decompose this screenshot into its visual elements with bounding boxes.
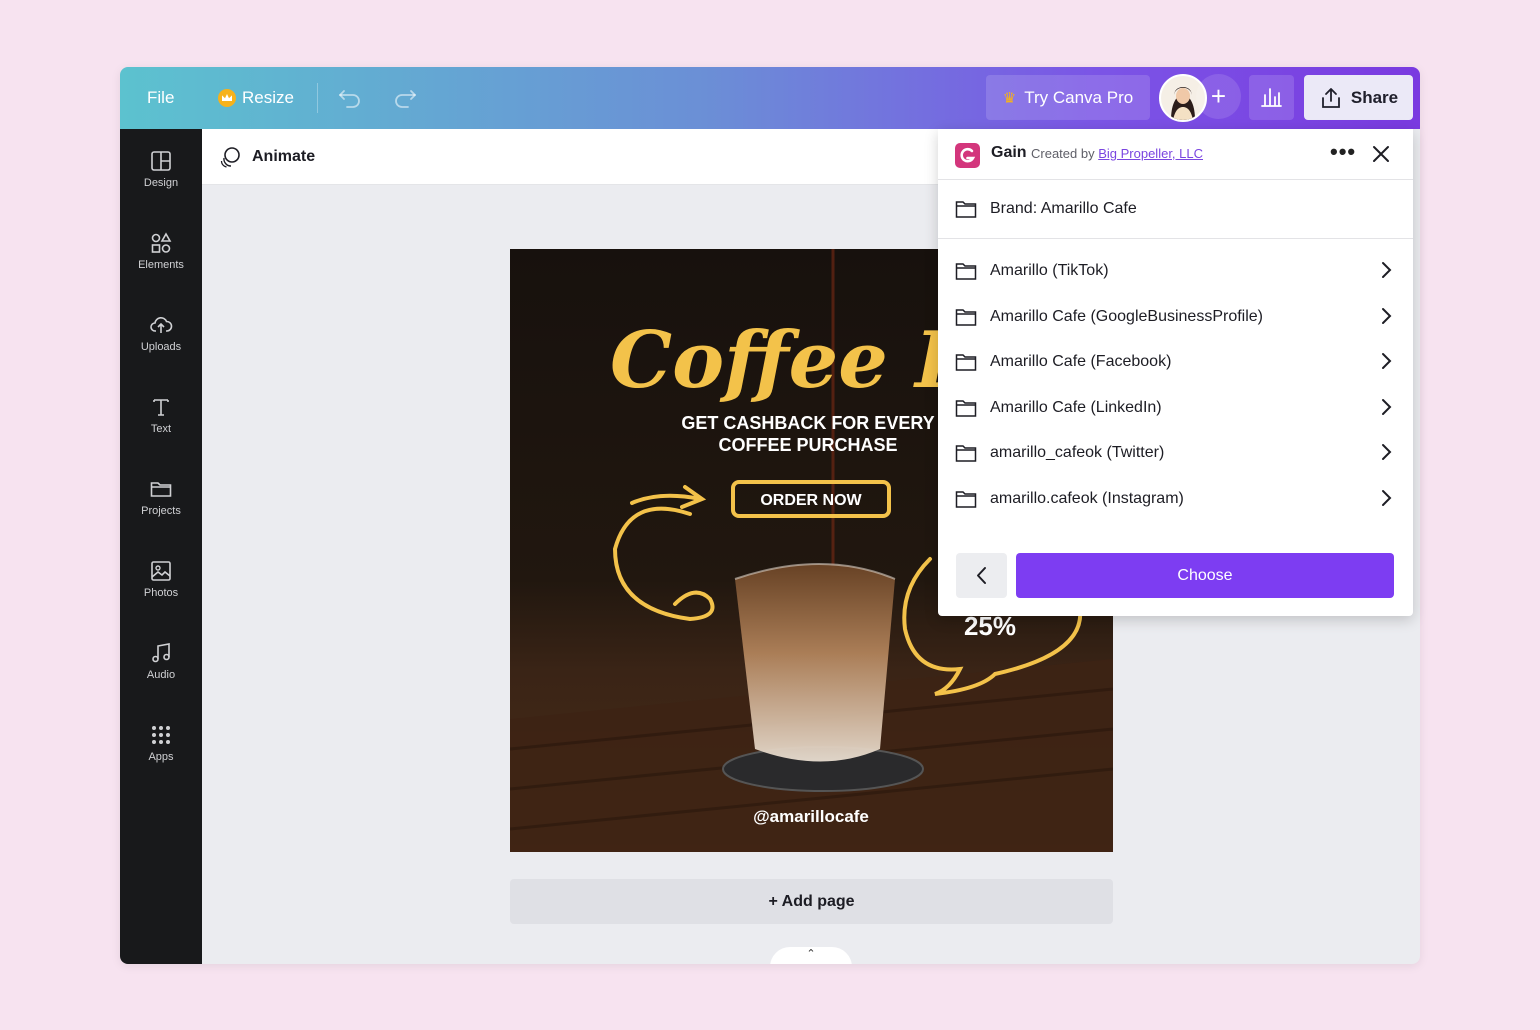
resize-label: Resize — [242, 88, 294, 107]
folder-label: Amarillo Cafe (GoogleBusinessProfile) — [990, 307, 1263, 325]
add-collaborator-button[interactable]: + — [1196, 74, 1241, 119]
apps-grid-icon — [152, 726, 170, 744]
folder-label: Amarillo (TikTok) — [990, 261, 1109, 279]
folder-icon — [955, 353, 977, 371]
creator-link[interactable]: Big Propeller, LLC — [1098, 146, 1203, 161]
crown-icon — [218, 89, 236, 107]
insights-button[interactable] — [1249, 75, 1294, 120]
sidebar-item-audio[interactable]: Audio — [120, 641, 202, 711]
sidebar-item-label: Audio — [146, 669, 176, 681]
folder-icon — [955, 308, 977, 326]
folder-icon — [955, 399, 977, 417]
add-page-button[interactable]: + Add page — [510, 879, 1113, 924]
collapse-pages-tab[interactable]: ⌃ — [770, 947, 852, 964]
close-icon[interactable] — [1370, 143, 1392, 165]
back-button[interactable] — [956, 553, 1007, 598]
chevron-right-icon — [1382, 490, 1392, 506]
brand-folder[interactable]: Brand: Amarillo Cafe — [938, 180, 1413, 239]
animate-label: Animate — [252, 147, 316, 165]
share-label: Share — [1350, 87, 1399, 107]
sidebar-item-elements[interactable]: Elements — [120, 231, 202, 301]
try-pro-label: Try Canva Pro — [1024, 87, 1134, 107]
music-note-icon — [152, 643, 170, 663]
folder-item-linkedin[interactable]: Amarillo Cafe (LinkedIn) — [938, 385, 1413, 430]
gain-logo-icon — [955, 143, 980, 168]
toolbar-divider — [317, 83, 318, 113]
sidebar-item-uploads[interactable]: Uploads — [120, 313, 202, 383]
redo-icon[interactable] — [390, 83, 420, 113]
choose-button[interactable]: Choose — [1016, 553, 1394, 598]
design-subhead-line1: GET CASHBACK FOR EVERY — [681, 413, 934, 433]
chevron-right-icon — [1382, 308, 1392, 324]
folder-item-twitter[interactable]: amarillo_cafeok (Twitter) — [938, 430, 1413, 475]
folder-item-google-business[interactable]: Amarillo Cafe (GoogleBusinessProfile) — [938, 294, 1413, 339]
brand-label: Brand: Amarillo Cafe — [990, 200, 1137, 217]
gain-app-panel: Gain Created by Big Propeller, LLC ••• B… — [938, 129, 1413, 616]
folder-icon — [955, 490, 977, 508]
chevron-right-icon — [1382, 353, 1392, 369]
sidebar-item-label: Projects — [141, 505, 181, 517]
crown-icon: ♛ — [1002, 89, 1017, 107]
chevron-right-icon — [1382, 444, 1392, 460]
more-options-icon[interactable]: ••• — [1330, 141, 1356, 167]
folder-label: Amarillo Cafe (Facebook) — [990, 352, 1172, 370]
photo-icon — [151, 561, 171, 581]
app-credit: Created by Big Propeller, LLC — [1031, 146, 1203, 161]
folder-icon — [150, 482, 172, 497]
sidebar-item-photos[interactable]: Photos — [120, 559, 202, 629]
folder-item-instagram[interactable]: amarillo.cafeok (Instagram) — [938, 476, 1413, 521]
file-menu-button[interactable]: File — [147, 67, 174, 129]
sidebar-item-label: Elements — [138, 259, 184, 271]
animate-icon — [220, 146, 240, 168]
sidebar-item-label: Text — [150, 423, 172, 435]
sidebar-item-label: Uploads — [140, 341, 182, 353]
app-name: Gain — [991, 144, 1027, 161]
design-icon — [151, 151, 171, 171]
share-button[interactable]: Share — [1304, 75, 1413, 120]
created-by-label: Created by — [1031, 146, 1095, 161]
bar-chart-icon — [1261, 88, 1282, 107]
chevron-right-icon — [1382, 399, 1392, 415]
sidebar-item-label: Design — [143, 177, 179, 189]
text-icon — [153, 399, 169, 416]
undo-icon[interactable] — [335, 83, 365, 113]
chevron-right-icon — [1382, 262, 1392, 278]
folder-label: Amarillo Cafe (LinkedIn) — [990, 398, 1162, 416]
folder-item-facebook[interactable]: Amarillo Cafe (Facebook) — [938, 339, 1413, 384]
folder-icon — [955, 262, 977, 280]
context-toolbar: Animate — [202, 129, 940, 185]
design-cta: ORDER NOW — [760, 492, 862, 509]
folder-item-tiktok[interactable]: Amarillo (TikTok) — [938, 248, 1413, 293]
top-toolbar: File Resize ♛ Try Canva Pro + Share — [120, 67, 1420, 129]
sidebar-item-apps[interactable]: Apps — [120, 723, 202, 793]
left-sidebar: Design Elements Uploads Text Projects Ph… — [120, 129, 202, 964]
try-canva-pro-button[interactable]: ♛ Try Canva Pro — [986, 75, 1150, 120]
folder-label: amarillo.cafeok (Instagram) — [990, 489, 1184, 507]
design-subhead-line2: COFFEE PURCHASE — [718, 435, 897, 455]
sidebar-item-label: Apps — [148, 751, 174, 763]
sidebar-item-design[interactable]: Design — [120, 149, 202, 219]
design-handle: @amarillocafe — [753, 807, 869, 826]
folder-label: amarillo_cafeok (Twitter) — [990, 443, 1165, 461]
sidebar-item-projects[interactable]: Projects — [120, 477, 202, 547]
upload-cloud-icon — [150, 317, 173, 333]
folder-icon — [955, 201, 977, 218]
share-upload-icon — [1321, 87, 1340, 108]
resize-button[interactable]: Resize — [218, 67, 294, 129]
folder-icon — [955, 444, 977, 462]
sidebar-item-text[interactable]: Text — [120, 395, 202, 465]
elements-icon — [151, 232, 172, 253]
panel-header: Gain Created by Big Propeller, LLC ••• — [938, 129, 1413, 180]
sidebar-item-label: Photos — [143, 587, 179, 599]
chevron-left-icon — [977, 567, 986, 584]
animate-button[interactable]: Animate — [218, 129, 315, 184]
